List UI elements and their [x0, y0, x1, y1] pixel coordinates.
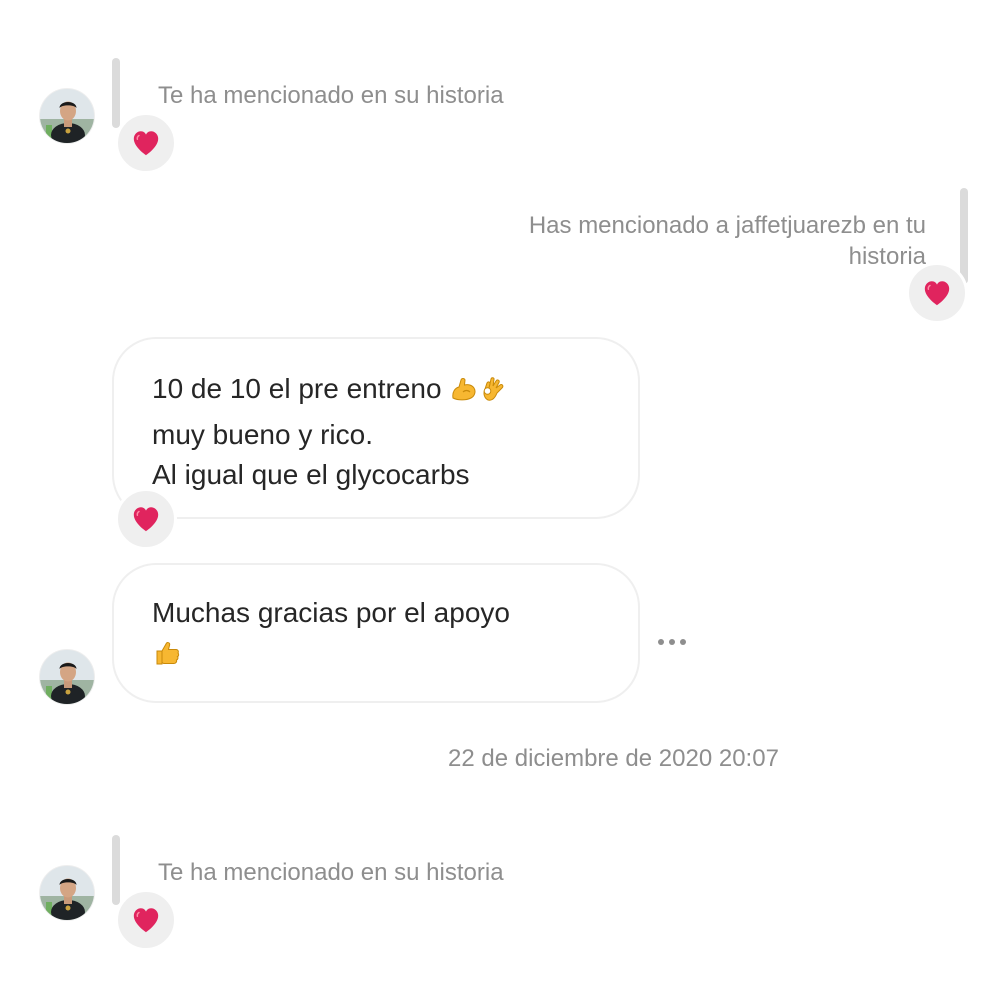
heart-reaction[interactable] [115, 488, 177, 550]
mention-line-1: Has mencionado a jaffetjuarezb en tu [528, 212, 926, 239]
story-mention-text: Te ha mencionado en su historia [158, 82, 504, 109]
message-line-3: Al igual que el glycocarbs [152, 459, 470, 490]
thumbs-up-emoji [152, 638, 182, 679]
heart-icon [922, 278, 952, 308]
heart-reaction[interactable] [115, 112, 177, 174]
flexed-biceps-emoji [449, 374, 479, 415]
message-text: 10 de 10 el pre entreno [152, 373, 442, 404]
story-reply-bar [960, 188, 968, 284]
heart-icon [131, 905, 161, 935]
story-mention-sent-text: Has mencionado a jaffetjuarezb en tu his… [440, 210, 926, 272]
heart-reaction[interactable] [906, 262, 968, 324]
ok-hand-emoji [479, 374, 509, 415]
story-mention-text: Te ha mencionado en su historia [158, 859, 504, 886]
message-line-1: Muchas gracias por el apoyo [152, 597, 510, 628]
avatar[interactable] [40, 89, 94, 143]
story-reply-bar [112, 835, 120, 905]
message-line-1: 10 de 10 el pre entreno [152, 369, 638, 415]
message-line-2 [152, 633, 638, 679]
heart-reaction[interactable] [115, 889, 177, 951]
mention-line-2: historia [848, 243, 926, 270]
heart-icon [131, 504, 161, 534]
avatar[interactable] [40, 650, 94, 704]
more-options-icon[interactable] [658, 639, 686, 645]
heart-icon [131, 128, 161, 158]
message-bubble[interactable]: Muchas gracias por el apoyo [112, 563, 640, 703]
message-line-2: muy bueno y rico. [152, 419, 373, 450]
avatar[interactable] [40, 866, 94, 920]
story-reply-bar [112, 58, 120, 128]
message-bubble[interactable]: 10 de 10 el pre entreno muy bueno y rico… [112, 337, 640, 519]
timestamp: 22 de diciembre de 2020 20:07 [448, 745, 779, 772]
